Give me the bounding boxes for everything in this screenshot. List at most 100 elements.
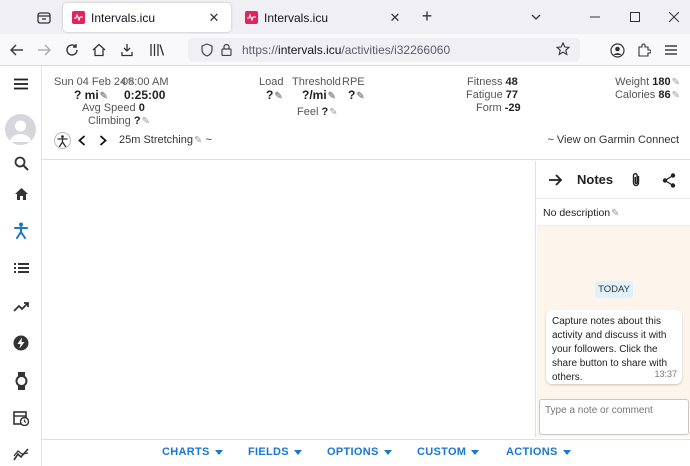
- rpe-label: RPE: [342, 76, 365, 88]
- distance-text: ? mi: [74, 88, 99, 102]
- edit-pencil-icon[interactable]: ✎: [611, 208, 619, 219]
- close-window-icon[interactable]: [662, 6, 686, 28]
- account-icon[interactable]: [607, 40, 627, 60]
- calendar-clock-nav-icon[interactable]: [6, 406, 36, 430]
- previous-activity-icon[interactable]: [74, 132, 90, 148]
- user-silhouette-icon: [10, 120, 31, 142]
- activity-distance[interactable]: ? mi✎: [74, 88, 108, 102]
- fields-menu-button[interactable]: FIELDS: [248, 446, 302, 458]
- notes-title: Notes: [577, 172, 614, 187]
- weight-label: Weight: [615, 76, 650, 88]
- form-value: -29: [504, 102, 521, 114]
- watch-nav-icon[interactable]: [6, 369, 36, 393]
- next-activity-icon[interactable]: [95, 132, 111, 148]
- activity-description[interactable]: No description✎: [543, 207, 620, 219]
- avg-speed-label: Avg Speed: [82, 102, 136, 114]
- bottom-menu-bar: CHARTS FIELDS OPTIONS CUSTOM ACTIONS: [42, 439, 690, 466]
- back-arrow-icon[interactable]: [7, 40, 27, 60]
- search-icon[interactable]: [6, 151, 36, 175]
- edit-pencil-icon[interactable]: ✎: [274, 91, 282, 102]
- comment-input[interactable]: [545, 405, 683, 416]
- fitness: Fitness 48: [467, 76, 518, 88]
- fields-label: FIELDS: [248, 446, 289, 458]
- extensions-icon[interactable]: [634, 40, 654, 60]
- charts-menu-button[interactable]: CHARTS: [162, 446, 223, 458]
- lock-icon[interactable]: [221, 43, 232, 61]
- custom-menu-button[interactable]: CUSTOM: [417, 446, 480, 458]
- home-icon[interactable]: [89, 40, 109, 60]
- activity-name[interactable]: 25m Stretching✎ ~: [119, 134, 212, 146]
- edit-pencil-icon[interactable]: ✎: [100, 91, 108, 102]
- attachment-paperclip-icon[interactable]: [627, 171, 645, 189]
- edit-pencil-icon[interactable]: ✎: [356, 91, 364, 102]
- threshold-label: Threshold: [292, 76, 341, 88]
- activities-nav-icon[interactable]: [6, 218, 36, 242]
- url-prefix: https://: [242, 43, 279, 57]
- forward-arrow-icon[interactable]: [34, 40, 54, 60]
- intervals-favicon-icon: [72, 11, 85, 24]
- feel-label: Feel: [297, 106, 319, 118]
- close-tab-icon[interactable]: ✕: [386, 9, 404, 27]
- caret-down-icon: [383, 449, 392, 455]
- browser-tab-inactive[interactable]: Intervals.icu ✕: [236, 3, 412, 32]
- actions-label: ACTIONS: [506, 446, 558, 458]
- app-menu-icon[interactable]: [661, 40, 681, 60]
- weight[interactable]: Weight 180✎: [615, 76, 680, 88]
- shield-icon[interactable]: [201, 43, 213, 62]
- calories-label: Calories: [614, 89, 656, 101]
- share-icon[interactable]: [660, 171, 678, 189]
- actions-menu-button[interactable]: ACTIONS: [506, 446, 571, 458]
- edit-pencil-icon[interactable]: ✎: [194, 135, 202, 146]
- browser-nav-bar: https://intervals.icu/activities/i322660…: [0, 34, 690, 66]
- edit-pencil-icon[interactable]: ✎: [672, 77, 680, 88]
- tab-overflow-chevron-icon[interactable]: [524, 6, 548, 28]
- rpe-value[interactable]: ?✎: [348, 88, 365, 102]
- feel-value: ?: [321, 106, 329, 118]
- close-tab-icon[interactable]: ✕: [205, 9, 223, 27]
- options-label: OPTIONS: [327, 446, 379, 458]
- edit-pencil-icon[interactable]: ✎: [672, 90, 680, 101]
- url-bar[interactable]: https://intervals.icu/activities/i322660…: [188, 38, 580, 62]
- url-text[interactable]: https://intervals.icu/activities/i322660…: [242, 43, 450, 57]
- calories[interactable]: Calories 86✎: [615, 89, 680, 101]
- library-icon[interactable]: [147, 40, 167, 60]
- climbing[interactable]: Climbing ?✎: [88, 115, 150, 127]
- fitness-value: 48: [505, 76, 518, 88]
- trending-nav-icon[interactable]: [6, 294, 36, 318]
- maximize-icon[interactable]: [623, 6, 647, 28]
- list-nav-icon[interactable]: [6, 256, 36, 280]
- activity-time: 08:00 AM: [122, 76, 169, 88]
- load-value[interactable]: ?✎: [266, 88, 283, 102]
- note-message-bubble: Capture notes about this activity and di…: [546, 310, 682, 384]
- new-tab-icon[interactable]: +: [418, 7, 436, 26]
- tab-list-icon[interactable]: [30, 7, 58, 29]
- minimize-icon[interactable]: [583, 6, 607, 28]
- browser-tab-active[interactable]: Intervals.icu ✕: [63, 3, 231, 32]
- close-notes-arrow-icon[interactable]: [546, 171, 564, 189]
- charts-label: CHARTS: [162, 446, 210, 458]
- load-label: Load: [259, 76, 284, 88]
- bookmark-star-icon[interactable]: [555, 41, 571, 61]
- calories-value: 86: [658, 89, 671, 101]
- hamburger-menu-icon[interactable]: [6, 72, 36, 96]
- intervals-favicon-icon: [245, 11, 258, 24]
- caret-down-icon: [214, 449, 223, 455]
- save-to-pocket-icon[interactable]: [117, 40, 137, 60]
- feel[interactable]: Feel ?✎: [297, 106, 338, 118]
- threshold-value[interactable]: ?/mi✎: [302, 88, 336, 102]
- edit-pencil-icon[interactable]: ✎: [142, 116, 150, 127]
- options-menu-button[interactable]: OPTIONS: [327, 446, 392, 458]
- weight-value: 180: [652, 76, 671, 88]
- caret-down-icon: [471, 449, 480, 455]
- edit-pencil-icon[interactable]: ✎: [328, 91, 336, 102]
- threshold-value-text: ?/mi: [302, 88, 327, 102]
- garmin-connect-link[interactable]: ~ View on Garmin Connect: [547, 134, 679, 146]
- edit-pencil-icon[interactable]: ✎: [329, 107, 337, 118]
- reload-icon[interactable]: [62, 40, 82, 60]
- activity-type-icon[interactable]: [54, 132, 71, 149]
- power-bolt-nav-icon[interactable]: [6, 331, 36, 355]
- avatar[interactable]: [5, 114, 36, 145]
- comment-box[interactable]: [539, 399, 689, 435]
- chart-trend-nav-icon[interactable]: [6, 442, 36, 466]
- home-nav-icon[interactable]: [6, 182, 36, 206]
